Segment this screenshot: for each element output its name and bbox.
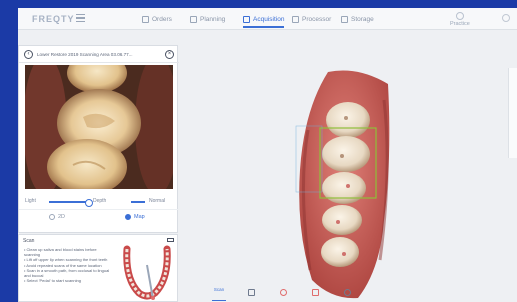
planning-icon bbox=[190, 15, 197, 23]
tips-list: • Clean up saliva and blood stains befor… bbox=[24, 247, 112, 283]
erase-icon bbox=[279, 289, 287, 296]
normal-label: Normal bbox=[149, 198, 166, 204]
monitor-bezel-left bbox=[0, 0, 18, 302]
view-mode-row: 2D Map bbox=[19, 209, 179, 227]
monitor-bezel-top bbox=[0, 0, 517, 8]
scan-button-label: Scan bbox=[213, 287, 225, 292]
nav-tab-label: Planning bbox=[200, 15, 226, 23]
acquisition-icon bbox=[243, 15, 250, 23]
minimize-icon[interactable] bbox=[167, 238, 174, 242]
record-button[interactable] bbox=[306, 287, 324, 298]
live-camera-view bbox=[25, 65, 173, 189]
nav-tab-acquisition[interactable]: Acquisition bbox=[243, 13, 285, 28]
tips-heading: Scan bbox=[23, 238, 35, 244]
nav-tab-planning[interactable]: Planning bbox=[190, 13, 225, 25]
avatar-icon bbox=[455, 12, 464, 20]
menu-icon[interactable] bbox=[76, 14, 85, 23]
app-logo: FREQTY bbox=[32, 14, 75, 24]
storage-icon bbox=[341, 15, 348, 23]
depth-label: Depth bbox=[93, 198, 107, 204]
camera-back-button[interactable]: ‹ bbox=[24, 50, 33, 59]
user-name: Practice bbox=[450, 21, 470, 27]
right-tool-strip[interactable] bbox=[508, 68, 517, 158]
light-label: Light bbox=[25, 198, 36, 204]
3d-scan-model[interactable] bbox=[288, 70, 403, 300]
camera-panel-title: Lower Restore 2019 Scanning Area 03.06.7… bbox=[37, 52, 133, 57]
nav-tab-label: Acquisition bbox=[253, 15, 285, 23]
camera-panel-header: ‹ Lower Restore 2019 Scanning Area 03.06… bbox=[19, 46, 179, 63]
mode-map-toggle[interactable]: Map bbox=[125, 214, 145, 220]
nav-tab-label: Storage bbox=[351, 15, 374, 23]
top-navigation-bar: FREQTY Orders Planning Acquisition Proce… bbox=[18, 8, 517, 30]
crop-icon bbox=[247, 289, 255, 296]
radio-icon bbox=[49, 214, 55, 220]
nav-tab-label: Processor bbox=[302, 15, 332, 23]
erase-tool-button[interactable] bbox=[274, 287, 292, 298]
scan-mode-button[interactable]: Scan bbox=[210, 287, 228, 301]
nav-tab-orders[interactable]: Orders bbox=[142, 13, 172, 25]
radio-selected-icon bbox=[125, 214, 131, 220]
mode-label: Map bbox=[134, 214, 145, 220]
tip-item: • Clean up saliva and blood stains befor… bbox=[24, 247, 97, 258]
processor-icon bbox=[292, 15, 299, 23]
bottom-scan-toolbar: Scan bbox=[203, 283, 363, 302]
add-circle-icon bbox=[343, 289, 351, 296]
nav-tab-storage[interactable]: Storage bbox=[341, 13, 374, 25]
camera-preview-panel: ‹ Lower Restore 2019 Scanning Area 03.06… bbox=[18, 45, 179, 233]
light-slider[interactable] bbox=[49, 199, 93, 206]
app-screen: FREQTY Orders Planning Acquisition Proce… bbox=[18, 8, 517, 302]
settings-gear-icon[interactable] bbox=[502, 14, 510, 22]
tip-item: • Select 'Pedal' to start scanning bbox=[24, 278, 81, 284]
tooth-closeup-image bbox=[25, 65, 173, 189]
mode-label: 2D bbox=[58, 214, 66, 220]
camera-close-button[interactable]: × bbox=[165, 50, 174, 59]
crop-tool-button[interactable] bbox=[242, 287, 260, 298]
add-scan-button[interactable] bbox=[338, 287, 356, 298]
orders-icon bbox=[142, 15, 149, 23]
depth-slider[interactable] bbox=[131, 201, 145, 203]
tip-item: • Lift off upper lip when scanning the f… bbox=[24, 257, 108, 263]
light-control-row: Light Depth Normal bbox=[19, 195, 179, 207]
scan-tips-panel: Scan • Clean up saliva and blood stains … bbox=[18, 234, 178, 302]
photo-frame: FREQTY Orders Planning Acquisition Proce… bbox=[0, 0, 517, 302]
tip-item: • Scan in a smooth path, from occlusal t… bbox=[24, 267, 110, 279]
dental-arch-illustration bbox=[123, 245, 171, 300]
mode-2d-toggle[interactable]: 2D bbox=[49, 214, 65, 220]
nav-tab-processor[interactable]: Processor bbox=[292, 13, 331, 25]
user-profile[interactable]: Practice bbox=[450, 12, 470, 27]
nav-tab-label: Orders bbox=[152, 15, 172, 23]
record-icon bbox=[311, 289, 319, 296]
